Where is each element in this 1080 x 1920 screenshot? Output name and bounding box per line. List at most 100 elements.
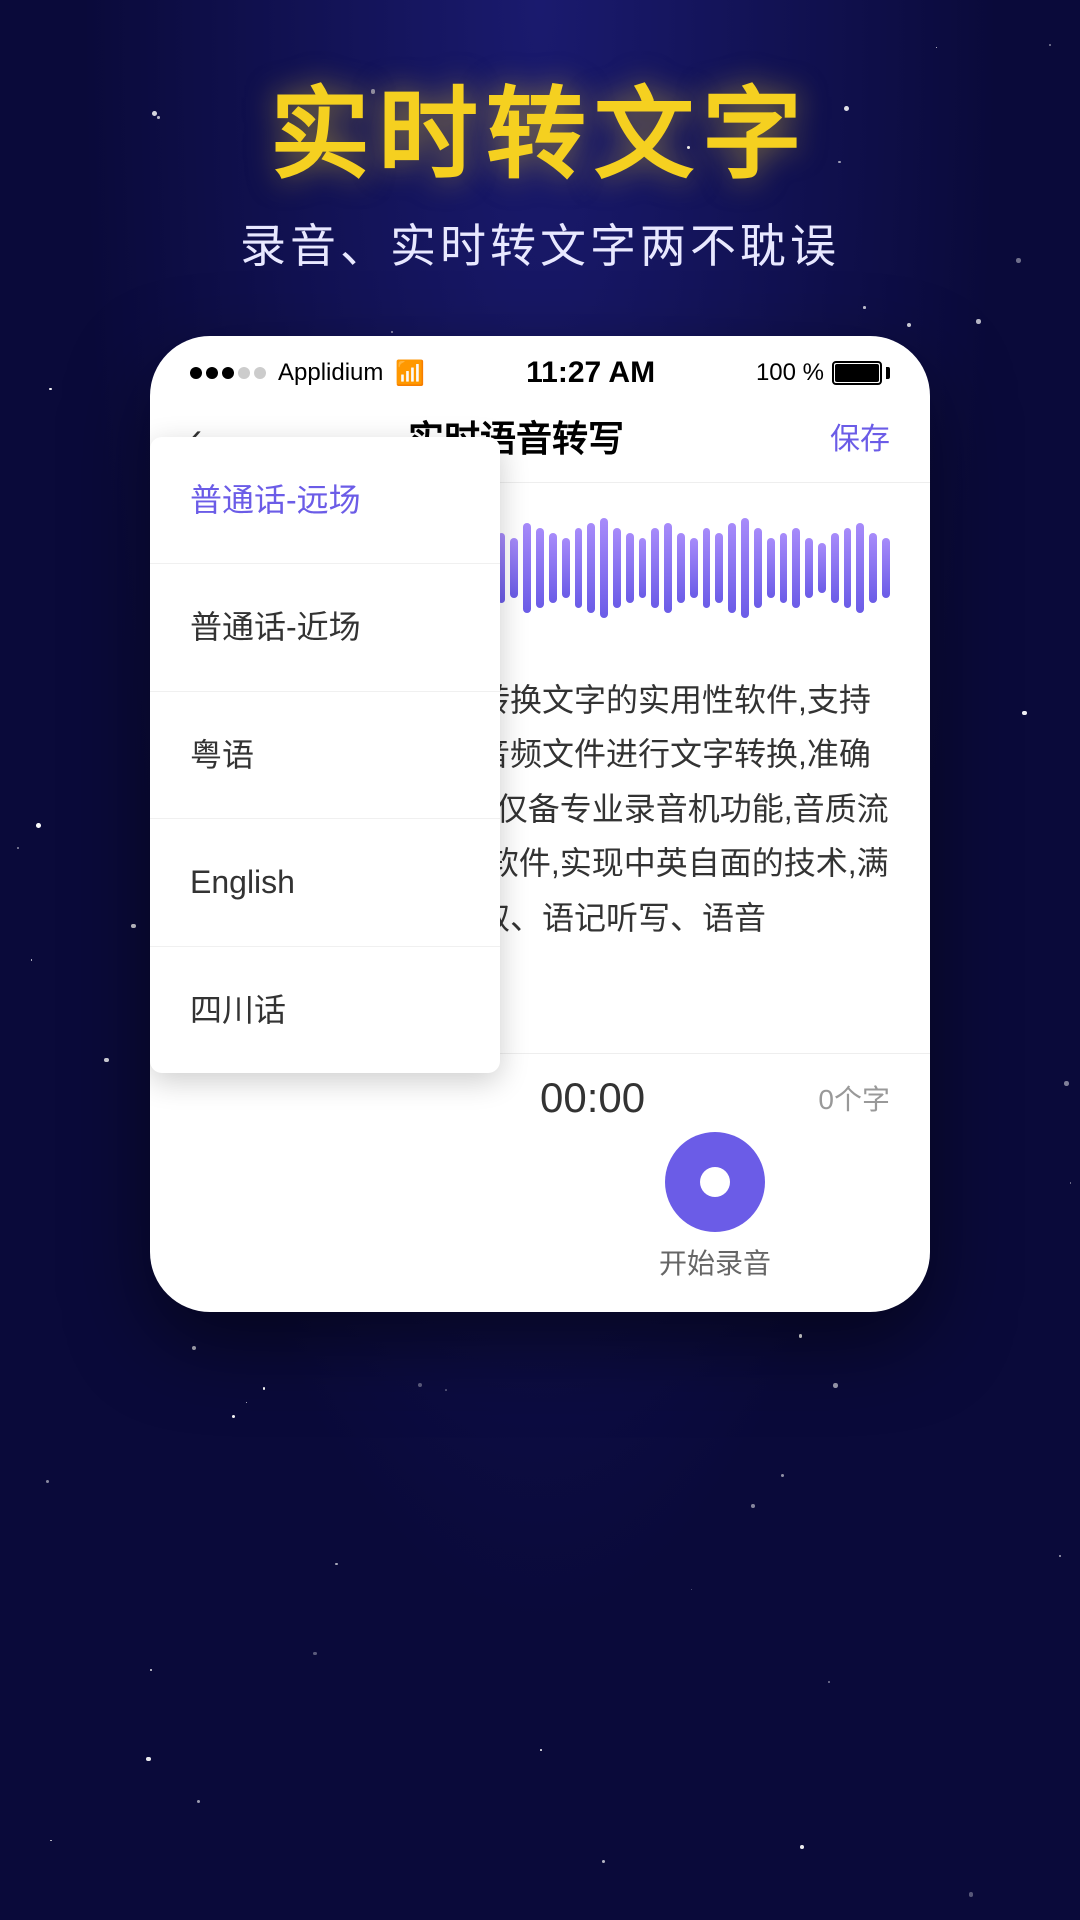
wave-bar-31 (587, 523, 595, 613)
dropdown-item-3[interactable]: English (150, 819, 500, 946)
wave-bar-36 (651, 528, 659, 608)
star-46 (781, 1474, 784, 1477)
star-45 (391, 331, 392, 332)
wave-bar-34 (626, 533, 634, 603)
star-5 (104, 1058, 109, 1063)
wave-bar-30 (575, 528, 583, 608)
wave-bar-44 (754, 528, 762, 608)
wave-bar-26 (523, 523, 531, 613)
star-57 (31, 959, 32, 960)
carrier-label: Applidium (278, 359, 383, 387)
battery-indicator (832, 361, 890, 385)
signal-dot-3 (222, 367, 234, 379)
status-right: 100 % (756, 359, 890, 387)
wave-bar-53 (869, 533, 877, 603)
battery-fill (835, 364, 879, 382)
star-26 (969, 1892, 973, 1896)
star-78 (418, 1383, 422, 1387)
char-count: 0个字 (818, 1078, 890, 1118)
bottom-controls: 00:00 0个字 (500, 1053, 930, 1132)
status-bar: Applidium 📶 11:27 AM 100 % (150, 336, 930, 400)
sub-title: 录音、实时转文字两不耽误 (0, 210, 1080, 276)
star-63 (691, 1589, 692, 1590)
star-14 (192, 1346, 196, 1350)
star-35 (1022, 711, 1026, 715)
star-13 (49, 388, 51, 390)
wave-bar-39 (690, 538, 698, 598)
battery-bar (832, 361, 882, 385)
star-1 (751, 1504, 755, 1508)
wave-bar-25 (510, 538, 518, 598)
star-38 (1070, 1182, 1072, 1184)
star-12 (246, 1402, 247, 1403)
star-52 (46, 1480, 49, 1483)
star-58 (828, 1681, 830, 1683)
wave-bar-50 (831, 533, 839, 603)
star-73 (800, 1845, 804, 1849)
dropdown-menu[interactable]: 普通话-远场 普通话-近场 粤语 English 四川话 (150, 437, 500, 1073)
timer-display: 00:00 (540, 1074, 645, 1122)
status-time: 11:27 AM (425, 356, 756, 390)
wave-bar-46 (780, 533, 788, 603)
status-left: Applidium 📶 (190, 359, 425, 388)
wave-bar-38 (677, 533, 685, 603)
wave-bar-45 (767, 538, 775, 598)
signal-dot-5 (254, 367, 266, 379)
battery-percent: 100 % (756, 359, 824, 387)
star-51 (907, 323, 911, 327)
wave-bar-42 (728, 523, 736, 613)
save-button[interactable]: 保存 (830, 414, 890, 458)
wave-bar-54 (882, 538, 890, 598)
wave-bar-51 (844, 528, 852, 608)
wave-bar-40 (703, 528, 711, 608)
star-32 (445, 1389, 447, 1391)
wave-bar-43 (741, 518, 749, 618)
phone-mockup: Applidium 📶 11:27 AM 100 % ‹ 实时语音转写 保存 (150, 336, 930, 1312)
wave-bar-41 (715, 533, 723, 603)
battery-tip (886, 367, 890, 379)
star-27 (263, 1387, 265, 1389)
star-41 (833, 1383, 837, 1387)
star-77 (146, 1757, 151, 1762)
dropdown-item-4[interactable]: 四川话 (150, 947, 500, 1073)
wave-bar-33 (613, 528, 621, 608)
star-40 (863, 306, 866, 309)
wave-bar-27 (536, 528, 544, 608)
wave-bar-48 (805, 538, 813, 598)
wave-bar-28 (549, 533, 557, 603)
star-20 (313, 1652, 316, 1655)
star-76 (232, 1415, 235, 1418)
start-recording-label: 开始录音 (500, 1242, 930, 1312)
star-24 (150, 1669, 152, 1671)
wave-bar-52 (856, 523, 864, 613)
wave-bar-29 (562, 538, 570, 598)
signal-dot-1 (190, 367, 202, 379)
star-11 (335, 1563, 337, 1565)
wifi-icon: 📶 (395, 359, 425, 388)
dropdown-item-1[interactable]: 普通话-近场 (150, 564, 500, 691)
wave-bar-49 (818, 543, 826, 593)
star-19 (540, 1749, 542, 1751)
signal-dot-2 (206, 367, 218, 379)
wave-bar-47 (792, 528, 800, 608)
star-37 (197, 1800, 200, 1803)
star-62 (50, 1840, 52, 1842)
star-28 (976, 319, 980, 323)
main-title: 实时转文字 (0, 80, 1080, 190)
signal-dots (190, 367, 266, 379)
star-22 (799, 1334, 802, 1337)
signal-dot-4 (238, 367, 250, 379)
star-39 (131, 924, 136, 929)
star-79 (1059, 1555, 1061, 1557)
star-68 (36, 823, 41, 828)
dropdown-item-2[interactable]: 粤语 (150, 692, 500, 819)
dropdown-item-0[interactable]: 普通话-远场 (150, 437, 500, 564)
record-button[interactable] (665, 1132, 765, 1232)
wave-bar-32 (600, 518, 608, 618)
wave-bar-37 (664, 523, 672, 613)
content-area: 录音转 文字 是一款支持实时录音转换文字的实用性软件,支持边录音一边转、上传音频… (150, 653, 930, 1053)
star-6 (17, 847, 19, 849)
star-74 (1064, 1081, 1069, 1086)
record-btn-container (500, 1132, 930, 1242)
wave-bar-35 (639, 538, 647, 598)
